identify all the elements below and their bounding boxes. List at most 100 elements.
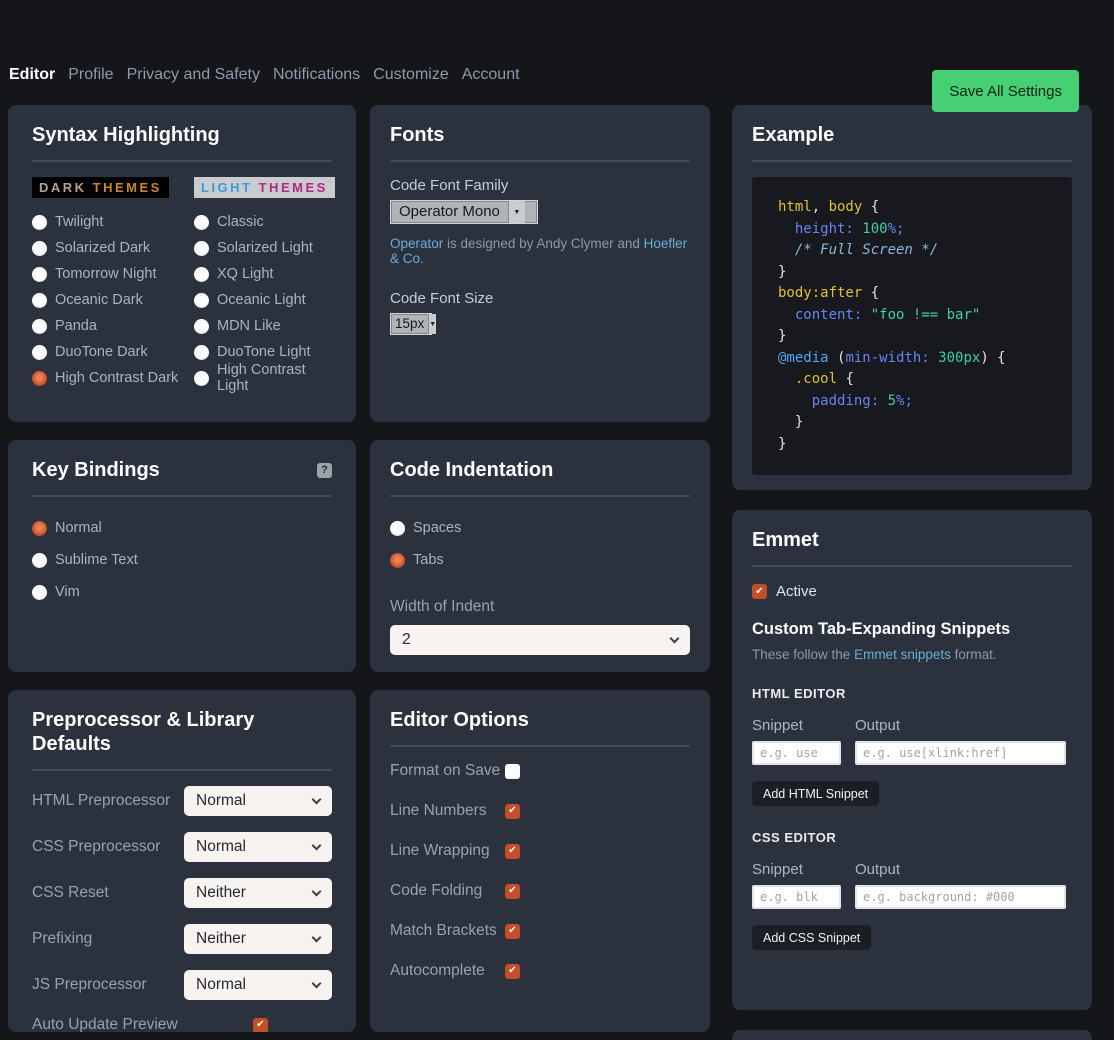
code-line: /* Full Screen */ <box>778 240 1064 262</box>
auto-update-preview-row: Auto Update Preview <box>32 1016 332 1032</box>
help-icon[interactable]: ? <box>317 463 332 478</box>
chevron-down-icon <box>312 840 322 850</box>
radio-icon[interactable] <box>32 553 47 568</box>
settings-grid: Syntax Highlighting DARK THEMESTwilightS… <box>8 105 1114 1040</box>
match-brackets-checkbox[interactable] <box>505 924 520 939</box>
theme-option-xq-light[interactable]: XQ Light <box>194 261 335 287</box>
indentation-option-tabs[interactable]: Tabs <box>390 544 690 576</box>
html-preprocessor-select[interactable]: Normal <box>184 786 332 816</box>
theme-option-oceanic-light[interactable]: Oceanic Light <box>194 287 335 313</box>
match-brackets-label: Match Brackets <box>390 922 505 940</box>
css-editor-output-input[interactable] <box>855 885 1066 909</box>
line-numbers-checkbox[interactable] <box>505 804 520 819</box>
tab-editor[interactable]: Editor <box>9 64 55 86</box>
preprocessor-row: Prefixing Neither <box>32 924 332 954</box>
add-html-snippet-button[interactable]: Add HTML Snippet <box>752 781 879 806</box>
css-reset-label: CSS Reset <box>32 884 109 902</box>
html-editor-output-input[interactable] <box>855 741 1066 765</box>
code-line: } <box>778 434 1064 456</box>
card-title-editor-options: Editor Options <box>390 708 690 732</box>
radio-icon[interactable] <box>32 585 47 600</box>
theme-option-oceanic-dark[interactable]: Oceanic Dark <box>32 287 194 313</box>
radio-label: Spaces <box>413 520 461 536</box>
theme-option-solarized-light[interactable]: Solarized Light <box>194 235 335 261</box>
add-css-snippet-button[interactable]: Add CSS Snippet <box>752 925 871 950</box>
radio-icon[interactable] <box>32 215 47 230</box>
prefixing-select[interactable]: Neither <box>184 924 332 954</box>
radio-icon[interactable] <box>390 521 405 536</box>
radio-icon[interactable] <box>32 521 47 536</box>
theme-option-duotone-dark[interactable]: DuoTone Dark <box>32 339 194 365</box>
css-preprocessor-select[interactable]: Normal <box>184 832 332 862</box>
indentation-option-spaces[interactable]: Spaces <box>390 512 690 544</box>
html-editor-snippet-input[interactable] <box>752 741 841 765</box>
tab-account[interactable]: Account <box>462 64 520 86</box>
tab-privacy-and-safety[interactable]: Privacy and Safety <box>127 64 260 86</box>
divider <box>32 495 332 497</box>
js-preprocessor-label: JS Preprocessor <box>32 976 147 994</box>
code-line: } <box>778 262 1064 284</box>
code-line: html, body { <box>778 197 1064 219</box>
card-example: Example html, body { height: 100%; /* Fu… <box>732 105 1092 490</box>
radio-icon[interactable] <box>32 345 47 360</box>
keybinding-option-sublime-text[interactable]: Sublime Text <box>32 544 332 576</box>
keybinding-option-vim[interactable]: Vim <box>32 576 332 608</box>
code-font-size-select[interactable]: 15px ▼ <box>390 313 432 335</box>
divider <box>752 160 1072 162</box>
js-preprocessor-select[interactable]: Normal <box>184 970 332 1000</box>
card-fonts: Fonts Code Font Family Operator Mono ▼ O… <box>370 105 710 422</box>
emmet-active-checkbox[interactable] <box>752 584 767 599</box>
code-font-family-select[interactable]: Operator Mono ▼ <box>390 200 538 224</box>
radio-icon[interactable] <box>194 371 209 386</box>
tab-customize[interactable]: Customize <box>373 64 449 86</box>
chevron-down-icon <box>312 978 322 988</box>
divider <box>32 769 332 771</box>
theme-option-high-contrast-light[interactable]: High Contrast Light <box>194 365 335 391</box>
radio-icon[interactable] <box>32 293 47 308</box>
radio-icon[interactable] <box>194 319 209 334</box>
radio-icon[interactable] <box>32 241 47 256</box>
html-preprocessor-label: HTML Preprocessor <box>32 792 170 810</box>
keybinding-option-normal[interactable]: Normal <box>32 512 332 544</box>
radio-label: XQ Light <box>217 266 273 282</box>
autocomplete-checkbox[interactable] <box>505 964 520 979</box>
theme-option-classic[interactable]: Classic <box>194 209 335 235</box>
radio-icon[interactable] <box>194 241 209 256</box>
auto-update-preview-checkbox[interactable] <box>253 1018 268 1033</box>
theme-option-mdn-like[interactable]: MDN Like <box>194 313 335 339</box>
format-on-save-checkbox[interactable] <box>505 764 520 779</box>
line-numbers-label: Line Numbers <box>390 802 505 820</box>
width-of-indent-select[interactable]: 2 <box>390 625 690 655</box>
theme-option-tomorrow-night[interactable]: Tomorrow Night <box>32 261 194 287</box>
theme-option-twilight[interactable]: Twilight <box>32 209 194 235</box>
radio-icon[interactable] <box>32 267 47 282</box>
tab-profile[interactable]: Profile <box>68 64 113 86</box>
theme-option-panda[interactable]: Panda <box>32 313 194 339</box>
line-wrapping-checkbox[interactable] <box>505 844 520 859</box>
theme-option-solarized-dark[interactable]: Solarized Dark <box>32 235 194 261</box>
radio-icon[interactable] <box>32 371 47 386</box>
tab-notifications[interactable]: Notifications <box>273 64 360 86</box>
radio-icon[interactable] <box>194 215 209 230</box>
radio-icon[interactable] <box>194 345 209 360</box>
prefixing-label: Prefixing <box>32 930 92 948</box>
radio-label: Vim <box>55 584 80 600</box>
emmet-snippets-link[interactable]: Emmet snippets <box>854 647 951 662</box>
css-editor-snippet-input[interactable] <box>752 885 841 909</box>
radio-icon[interactable] <box>194 293 209 308</box>
radio-icon[interactable] <box>390 553 405 568</box>
radio-label: MDN Like <box>217 318 281 334</box>
divider <box>390 745 690 747</box>
code-folding-checkbox[interactable] <box>505 884 520 899</box>
css-reset-select[interactable]: Neither <box>184 878 332 908</box>
snippet-label: Snippet <box>752 861 855 878</box>
save-all-settings-button[interactable]: Save All Settings <box>932 70 1079 112</box>
radio-icon[interactable] <box>194 267 209 282</box>
snippet-output-labels: SnippetOutput <box>752 717 1072 734</box>
theme-option-high-contrast-dark[interactable]: High Contrast Dark <box>32 365 194 391</box>
font-link[interactable]: Operator <box>390 236 443 251</box>
select-value: Normal <box>196 792 246 810</box>
card-code-indentation: Code Indentation SpacesTabs Width of Ind… <box>370 440 710 672</box>
radio-icon[interactable] <box>32 319 47 334</box>
preprocessor-row: JS Preprocessor Normal <box>32 970 332 1000</box>
